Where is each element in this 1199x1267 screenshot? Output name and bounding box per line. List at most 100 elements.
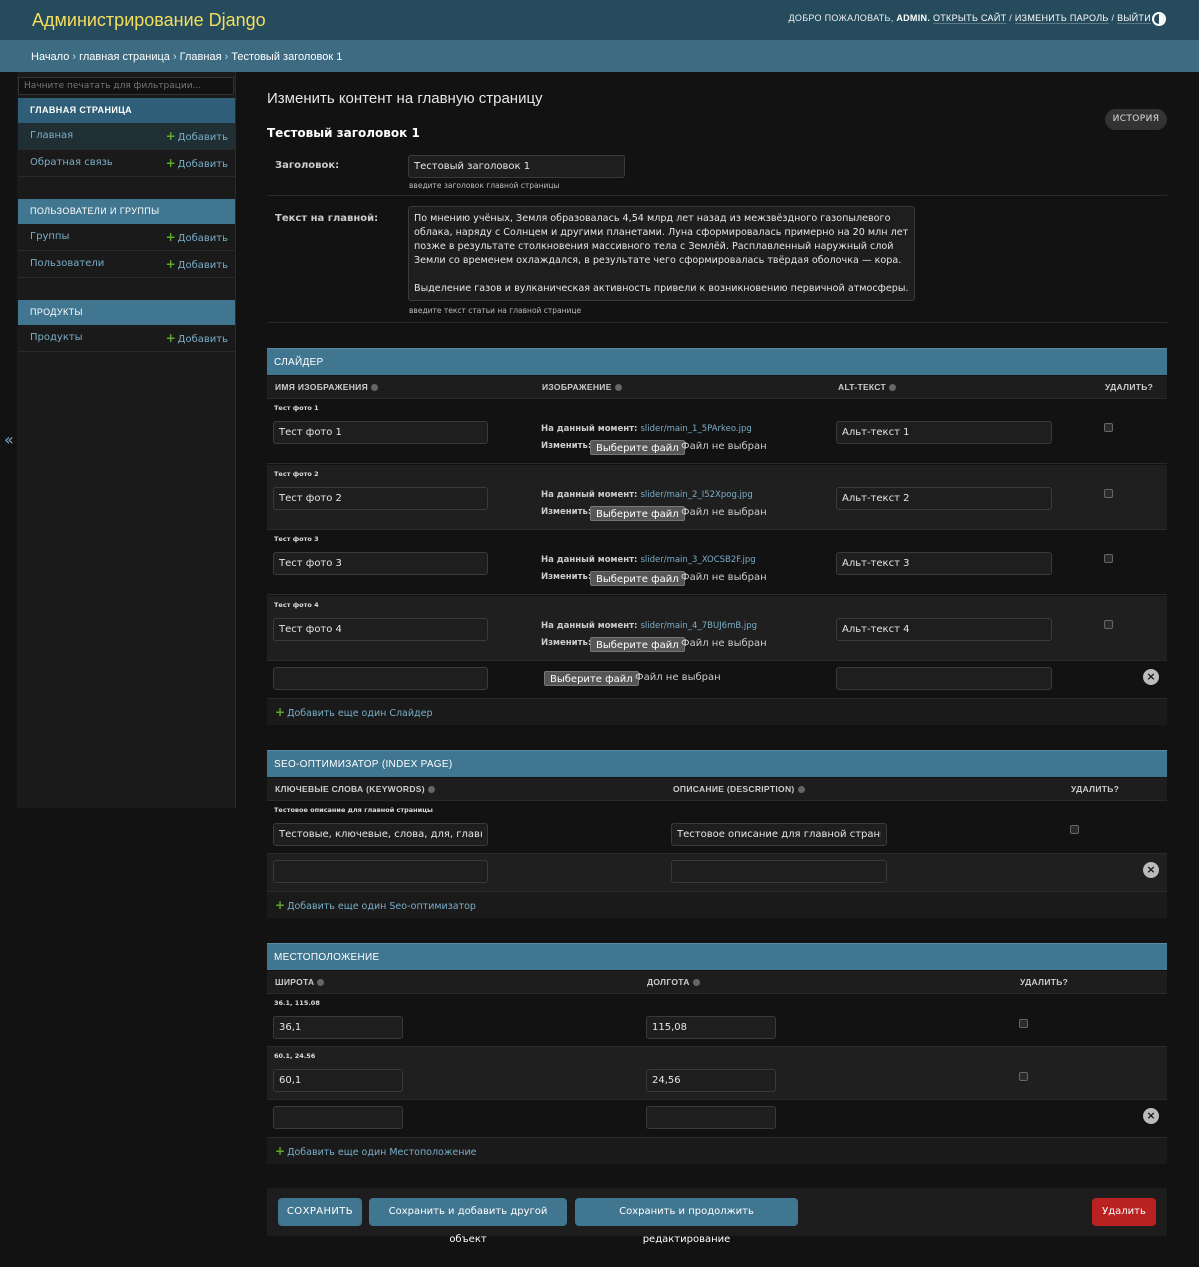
delete-checkbox[interactable] <box>1104 423 1113 432</box>
sidebar-item-main[interactable]: Главная + Добавить <box>18 123 235 150</box>
remove-row-icon[interactable]: × <box>1143 1108 1159 1124</box>
longitude-input[interactable] <box>646 1069 776 1092</box>
delete-checkbox[interactable] <box>1019 1019 1028 1028</box>
slider-row: Тест фото 4 На данный момент: slider/main… <box>267 596 1167 661</box>
choose-file-button[interactable]: Выберите файл <box>590 506 685 521</box>
save-button[interactable]: Сохранить <box>278 1198 362 1226</box>
plus-icon: + <box>165 129 176 143</box>
add-location-link[interactable]: + Добавить еще один Местоположение <box>267 1138 1167 1164</box>
slider-empty-row: Выберите файл Файл не выбран × <box>267 661 1167 699</box>
add-user-link[interactable]: + Добавить <box>166 251 228 279</box>
current-file-link[interactable]: slider/main_1_5PArkeo.jpg <box>640 424 751 434</box>
longitude-input-new[interactable] <box>646 1106 776 1129</box>
sidebar-item-groups[interactable]: Группы + Добавить <box>18 224 235 251</box>
add-seo-link[interactable]: + Добавить еще один Seo-оптимизатор <box>267 892 1167 918</box>
choose-file-button[interactable]: Выберите файл <box>590 571 685 586</box>
help-icon <box>370 384 378 392</box>
plus-icon: + <box>165 230 176 244</box>
current-file-link[interactable]: slider/main_3_XOCSB2F.jpg <box>640 555 755 565</box>
location-row: 60.1, 24.56 <box>267 1047 1167 1100</box>
slider-alt-input[interactable] <box>836 552 1052 575</box>
breadcrumb-model[interactable]: Главная <box>180 51 222 63</box>
change-password-link[interactable]: Изменить пароль <box>1014 13 1109 24</box>
slider-alt-input-new[interactable] <box>836 667 1052 690</box>
inline-object-label: Тестовое описание для главной страницы <box>274 806 433 814</box>
seo-description-input-new[interactable] <box>671 860 887 883</box>
save-continue-button[interactable]: Сохранить и продолжить редактирование <box>575 1198 798 1245</box>
inline-object-label: 60.1, 24.56 <box>274 1052 316 1060</box>
sidebar-item-products[interactable]: Продукты + Добавить <box>18 325 235 352</box>
slider-row: Тест фото 3 На данный момент: slider/main… <box>267 530 1167 595</box>
current-file-link[interactable]: slider/main_4_7BUJ6mB.jpg <box>640 621 757 631</box>
sidebar-item-feedback[interactable]: Обратная связь + Добавить <box>18 150 235 177</box>
slider-alt-input[interactable] <box>836 618 1052 641</box>
choose-file-button[interactable]: Выберите файл <box>590 637 685 652</box>
current-file: На данный момент: slider/main_1_5PArkeo.… <box>541 424 752 434</box>
save-add-another-button[interactable]: Сохранить и добавить другой объект <box>369 1198 567 1245</box>
add-feedback-link[interactable]: + Добавить <box>166 150 228 178</box>
slider-alt-input[interactable] <box>836 487 1052 510</box>
plus-icon: + <box>165 331 176 345</box>
latitude-input-new[interactable] <box>273 1106 403 1129</box>
help-icon <box>427 786 435 794</box>
slider-name-input[interactable] <box>273 421 488 444</box>
seo-keywords-input-new[interactable] <box>273 860 488 883</box>
choose-file-button[interactable]: Выберите файл <box>544 671 639 686</box>
breadcrumb-app[interactable]: главная страница <box>79 51 170 63</box>
seo-row: Тестовое описание для главной страницы <box>267 801 1167 854</box>
slider-alt-input[interactable] <box>836 421 1052 444</box>
delete-checkbox[interactable] <box>1104 489 1113 498</box>
delete-checkbox[interactable] <box>1070 825 1079 834</box>
seo-inline-title: Seo-оптимизатор (index page) <box>267 750 1167 777</box>
change-file-label: Изменить: <box>541 441 592 451</box>
sidebar-collapse-icon[interactable]: « <box>4 430 14 449</box>
breadcrumb-home[interactable]: Начало <box>31 51 69 63</box>
add-main-link[interactable]: + Добавить <box>166 123 228 151</box>
site-branding[interactable]: Администрирование Django <box>32 10 266 31</box>
longitude-input[interactable] <box>646 1016 776 1039</box>
change-file-label: Изменить: <box>541 572 592 582</box>
slider-name-input-new[interactable] <box>273 667 488 690</box>
help-icon <box>614 384 622 392</box>
nav-filter-input[interactable] <box>18 77 234 95</box>
location-empty-row: × <box>267 1100 1167 1138</box>
add-slider-link[interactable]: + Добавить еще один Слайдер <box>267 699 1167 725</box>
add-product-link[interactable]: + Добавить <box>166 325 228 353</box>
delete-checkbox[interactable] <box>1104 554 1113 563</box>
module-products: Продукты Продукты + Добавить <box>18 300 235 352</box>
logout-link[interactable]: Выйти <box>1117 13 1151 24</box>
latitude-input[interactable] <box>273 1069 403 1092</box>
main-text-textarea[interactable] <box>408 206 915 301</box>
history-button[interactable]: История <box>1105 109 1167 130</box>
seo-description-input[interactable] <box>671 823 887 846</box>
current-file-link[interactable]: slider/main_2_I52Xpog.jpg <box>640 490 752 500</box>
delete-checkbox[interactable] <box>1019 1072 1028 1081</box>
seo-keywords-input[interactable] <box>273 823 488 846</box>
module-caption[interactable]: Пользователи и группы <box>18 199 235 224</box>
latitude-input[interactable] <box>273 1016 403 1039</box>
module-users-groups: Пользователи и группы Группы + Добавить П… <box>18 199 235 278</box>
remove-row-icon[interactable]: × <box>1143 862 1159 878</box>
slider-name-input[interactable] <box>273 618 488 641</box>
choose-file-button[interactable]: Выберите файл <box>590 440 685 455</box>
slider-name-input[interactable] <box>273 552 488 575</box>
inline-object-label: Тест фото 4 <box>274 601 319 609</box>
plus-icon: + <box>275 1144 286 1158</box>
help-icon <box>889 384 897 392</box>
slider-name-input[interactable] <box>273 487 488 510</box>
sidebar-item-users[interactable]: Пользователи + Добавить <box>18 251 235 278</box>
delete-button[interactable]: Удалить <box>1092 1198 1156 1226</box>
inline-object-label: Тест фото 2 <box>274 470 319 478</box>
add-group-link[interactable]: + Добавить <box>166 224 228 252</box>
remove-row-icon[interactable]: × <box>1143 669 1159 685</box>
module-caption[interactable]: Продукты <box>18 300 235 325</box>
view-site-link[interactable]: Открыть сайт <box>932 13 1007 24</box>
heading-label: Заголовок: <box>275 160 340 171</box>
inline-object-label: Тест фото 3 <box>274 535 319 543</box>
page-title: Изменить контент на главную страницу <box>267 90 543 107</box>
heading-input[interactable] <box>408 155 625 178</box>
module-caption[interactable]: Главная страница <box>18 98 235 123</box>
delete-checkbox[interactable] <box>1104 620 1113 629</box>
theme-toggle-icon[interactable] <box>1152 12 1166 26</box>
current-file: На данный момент: slider/main_2_I52Xpog.… <box>541 490 753 500</box>
